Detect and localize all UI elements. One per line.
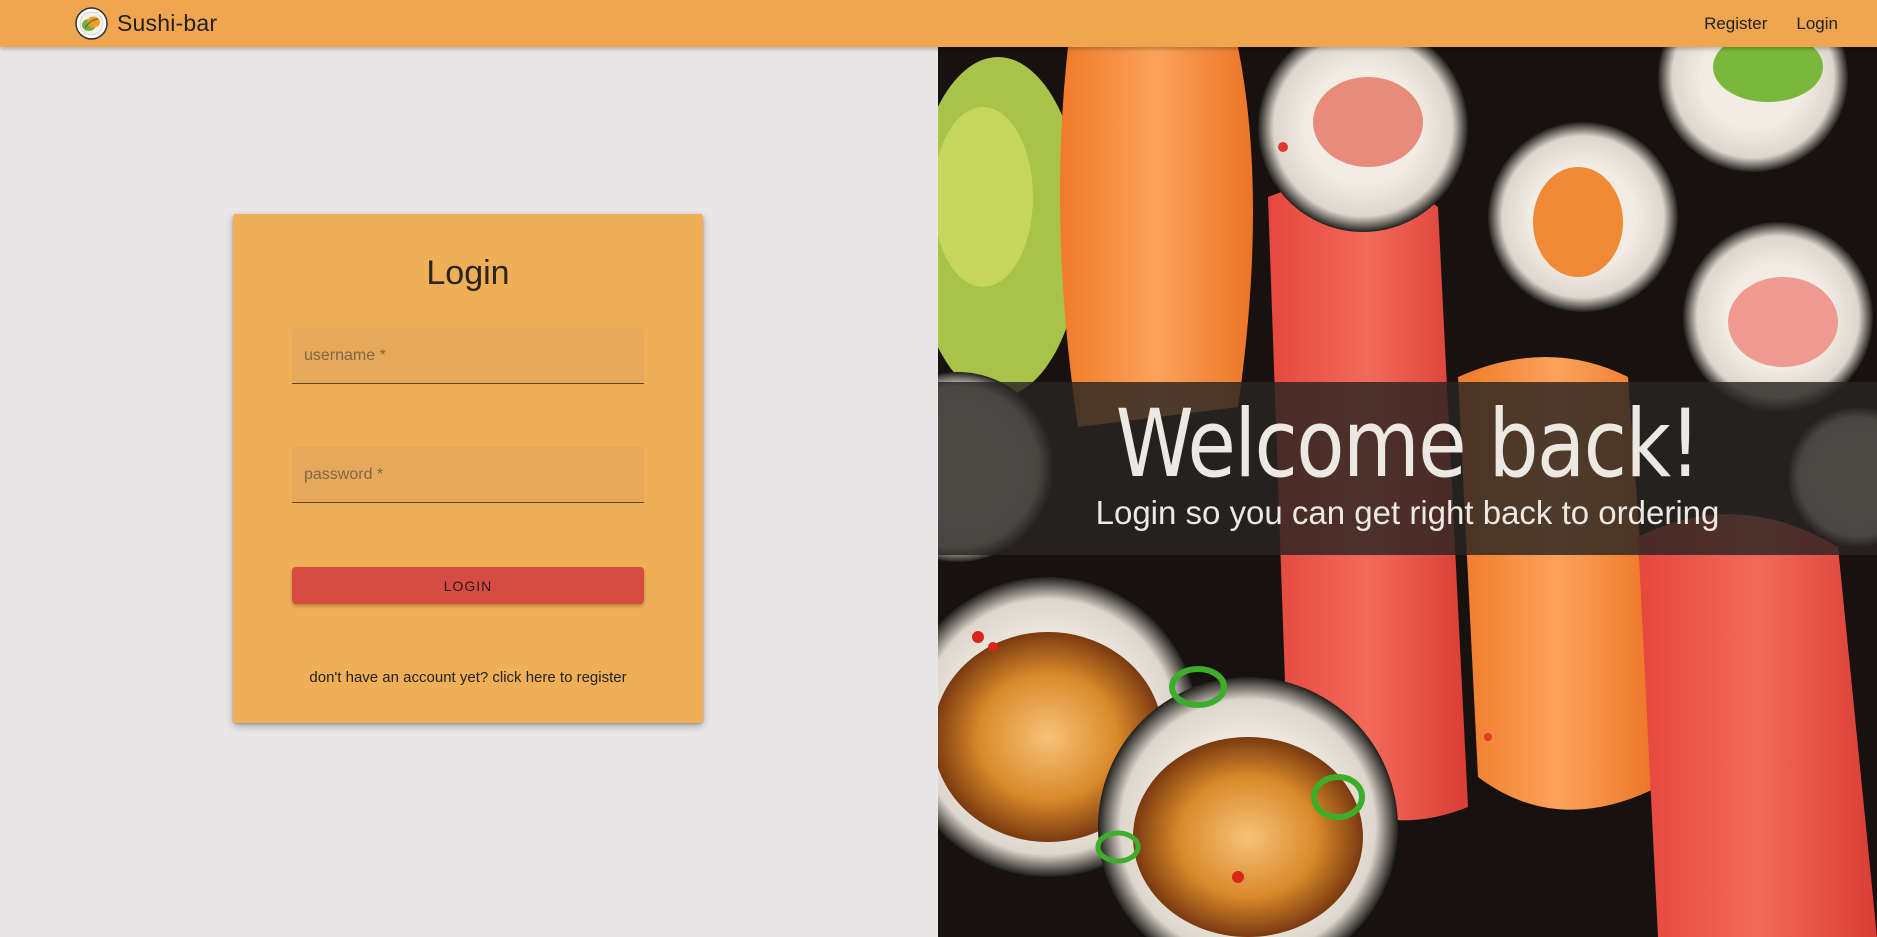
sushi-roll-logo-icon: [75, 7, 108, 40]
top-navbar: Sushi-bar Register Login: [0, 0, 1877, 47]
login-pane: Login LOGIN don't have an account yet? c…: [0, 47, 938, 937]
brand-name: Sushi-bar: [117, 10, 218, 36]
hero-pane: Welcome back! Login so you can get right…: [938, 47, 1877, 937]
brand-link[interactable]: Sushi-bar: [75, 7, 217, 40]
register-link[interactable]: don't have an account yet? click here to…: [233, 669, 703, 686]
nav-register-link[interactable]: Register: [1704, 14, 1767, 34]
nav-login-link[interactable]: Login: [1796, 14, 1838, 34]
welcome-banner: Welcome back! Login so you can get right…: [938, 382, 1877, 555]
password-field[interactable]: [292, 447, 644, 503]
username-input[interactable]: [292, 328, 644, 383]
welcome-title: Welcome back!: [1115, 390, 1701, 499]
welcome-subtitle: Login so you can get right back to order…: [1095, 494, 1720, 531]
login-card: Login LOGIN don't have an account yet? c…: [233, 214, 703, 723]
username-field[interactable]: [292, 328, 644, 384]
login-title: Login: [426, 254, 510, 292]
login-submit-button[interactable]: LOGIN: [292, 567, 644, 604]
password-input[interactable]: [292, 447, 644, 502]
top-nav-links: Register Login: [1675, 0, 1838, 47]
